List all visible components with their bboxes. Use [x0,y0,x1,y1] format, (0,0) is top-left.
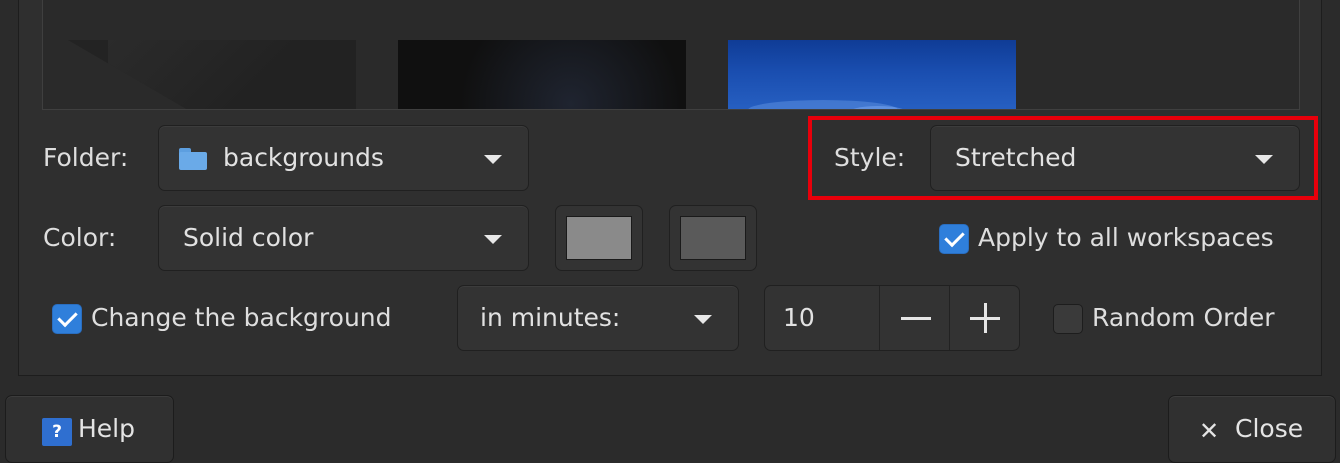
style-combo[interactable]: Stretched [930,125,1300,191]
secondary-color-swatch [680,216,746,260]
color-style-value: Solid color [183,223,314,252]
chevron-down-icon [484,235,502,244]
spin-separator [879,286,880,350]
random-order-label[interactable]: Random Order [1092,303,1275,333]
help-icon: ? [42,418,72,446]
apply-all-checkbox[interactable] [939,224,969,254]
secondary-color-button[interactable] [669,205,757,271]
help-button[interactable]: ? Help [5,395,174,463]
wallpaper-preview-list[interactable] [42,0,1300,110]
close-button[interactable]: ✕ Close [1168,395,1336,463]
color-style-combo[interactable]: Solid color [158,205,529,271]
style-label: Style: [834,143,906,172]
wallpaper-thumbnail[interactable] [68,40,356,109]
plus-icon[interactable] [951,286,1019,350]
interval-unit-value: in minutes: [480,303,621,332]
interval-value[interactable]: 10 [783,303,815,333]
primary-color-swatch [566,216,632,260]
chevron-down-icon [484,155,502,164]
minus-icon[interactable] [881,286,949,350]
interval-unit-combo[interactable]: in minutes: [457,285,739,351]
folder-combo[interactable]: backgrounds [158,125,529,191]
chevron-down-icon [1255,155,1273,164]
close-button-label: Close [1235,414,1304,443]
wallpaper-thumbnail[interactable] [398,40,686,109]
change-background-checkbox[interactable] [52,304,82,334]
primary-color-button[interactable] [555,205,643,271]
wallpaper-thumbnail[interactable] [728,40,1016,109]
folder-icon [179,148,207,170]
change-background-label[interactable]: Change the background [91,303,392,333]
close-icon: ✕ [1199,417,1220,445]
color-label: Color: [43,223,117,252]
folder-label: Folder: [43,143,129,172]
chevron-down-icon [694,315,712,324]
interval-spinbox[interactable]: 10 [764,285,1020,351]
thumbnail-shape [68,40,188,109]
apply-all-label[interactable]: Apply to all workspaces [978,223,1274,253]
style-value: Stretched [955,143,1077,172]
random-order-checkbox[interactable] [1053,304,1083,334]
spin-separator [949,286,950,350]
help-button-label: Help [78,414,135,443]
folder-value: backgrounds [223,143,384,172]
